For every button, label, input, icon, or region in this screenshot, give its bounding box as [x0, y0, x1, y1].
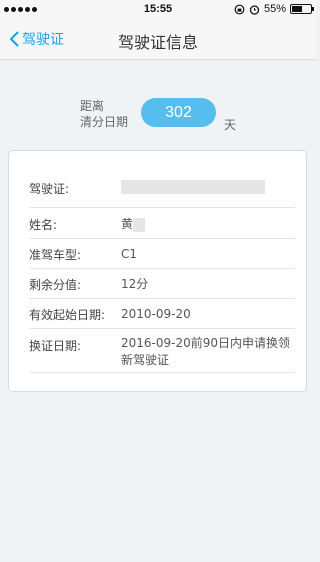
points-reset-countdown: 距离 清分日期 302 天	[0, 96, 316, 136]
license-info-card: 驾驶证: 姓名: 黄 准驾车型: C1 剩余分值: 12分 有效起始日期: 20…	[8, 150, 307, 392]
countdown-label-line1: 距离	[80, 99, 105, 113]
navigation-bar: 驾驶证 驾驶证信息	[0, 20, 316, 60]
countdown-label: 距离 清分日期	[80, 98, 128, 130]
license-number-row: 驾驶证:	[29, 171, 295, 208]
battery-icon	[290, 4, 314, 14]
remaining-points-value: 12分	[121, 277, 149, 291]
countdown-label-line2: 清分日期	[80, 115, 129, 129]
remaining-points-label: 剩余分值:	[29, 278, 82, 292]
vehicle-class-label: 准驾车型:	[29, 248, 82, 262]
name-row: 姓名: 黄	[29, 208, 295, 239]
renewal-date-label: 换证日期:	[29, 339, 82, 353]
vehicle-class-value: C1	[121, 247, 138, 261]
renewal-date-value: 2016-09-20前90日内申请换领新驾驶证	[121, 336, 291, 367]
countdown-unit: 天	[224, 118, 237, 132]
status-bar: 15:55 55%	[0, 0, 316, 20]
valid-from-value: 2010-09-20	[121, 307, 191, 321]
license-number-value	[121, 178, 297, 195]
remaining-points-row: 剩余分值: 12分	[29, 269, 295, 299]
lock-rotation-icon	[234, 4, 245, 14]
vehicle-class-row: 准驾车型: C1	[29, 239, 295, 269]
battery-level	[292, 6, 302, 12]
name-label: 姓名:	[29, 218, 58, 232]
valid-from-label: 有效起始日期:	[29, 308, 106, 322]
license-number-label: 驾驶证:	[29, 182, 70, 196]
alarm-icon	[249, 4, 260, 15]
valid-from-row: 有效起始日期: 2010-09-20	[29, 299, 295, 329]
status-right: 55%	[234, 3, 314, 15]
name-value: 黄	[121, 216, 297, 233]
page-title: 驾驶证信息	[117, 33, 198, 52]
battery-percent: 55%	[263, 3, 286, 15]
countdown-days-badge: 302	[141, 98, 216, 127]
renewal-date-row: 换证日期: 2016-09-20前90日内申请换领新驾驶证	[29, 329, 295, 373]
